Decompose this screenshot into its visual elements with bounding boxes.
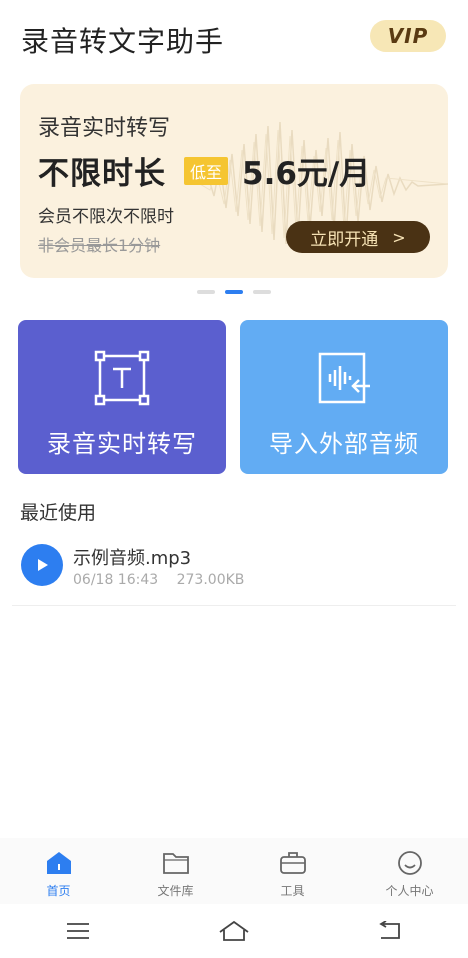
tab-home[interactable]: 首页 [0, 838, 117, 904]
play-button[interactable] [21, 544, 63, 586]
price-tag: 低至 [184, 156, 229, 185]
promo-banner[interactable]: 录音实时转写 不限时长 低至 5.6元/月 会员不限次不限时 非会员最长1分钟 … [20, 84, 448, 278]
import-audio-icon [318, 352, 370, 404]
text-recognition-icon [94, 350, 150, 406]
open-button-label: 立即开通 [310, 229, 379, 250]
header: 录音转文字助手 VIP [0, 0, 468, 78]
file-size: 273.00KB [176, 572, 245, 588]
file-meta: 06/18 16:43 273.00KB [73, 572, 244, 588]
app-screen: 录音转文字助手 VIP 录音实时转写 不限时长 低至 5.6元/月 会员不限次不… [0, 0, 468, 958]
carousel-dot-active[interactable] [225, 290, 243, 294]
recent-file-item[interactable]: 示例音频.mp3 06/18 16:43 273.00KB [12, 530, 456, 606]
smiley-icon [397, 851, 422, 875]
headline-text: 不限时长 [38, 156, 166, 192]
card-label: 导入外部音频 [269, 430, 419, 458]
carousel-indicator [0, 290, 468, 296]
vip-button[interactable]: VIP [370, 20, 446, 52]
import-audio-card[interactable]: 导入外部音频 [240, 320, 448, 474]
price-text: 5.6元/月 [242, 156, 371, 192]
recent-section-title: 最近使用 [20, 502, 97, 524]
folder-icon [162, 853, 189, 874]
carousel-dot[interactable] [197, 290, 215, 294]
tab-label: 文件库 [157, 884, 194, 898]
back-button[interactable] [360, 911, 420, 951]
realtime-transcribe-card[interactable]: 录音实时转写 [18, 320, 226, 474]
toolbox-icon [279, 852, 306, 874]
chevron-right-icon: > [392, 227, 406, 247]
home-icon [46, 852, 71, 874]
open-membership-button[interactable]: 立即开通 > [286, 221, 430, 253]
bottom-tab-bar: 首页 文件库 工具 个人中心 [0, 838, 468, 904]
tab-file-library[interactable]: 文件库 [117, 838, 234, 904]
member-benefit-text: 会员不限次不限时 [38, 207, 174, 227]
back-icon [379, 921, 400, 939]
menu-button[interactable] [48, 911, 108, 951]
card-label: 录音实时转写 [47, 430, 197, 458]
non-member-limit-text: 非会员最长1分钟 [38, 236, 161, 255]
tab-label: 工具 [280, 884, 305, 898]
tab-tools[interactable]: 工具 [234, 838, 351, 904]
tab-label: 个人中心 [385, 884, 434, 898]
house-outline-icon [219, 920, 249, 941]
file-name: 示例音频.mp3 [73, 548, 192, 569]
app-title: 录音转文字助手 [21, 25, 225, 58]
play-icon [38, 559, 48, 571]
home-button[interactable] [204, 911, 264, 951]
banner-headline: 不限时长 低至 5.6元/月 [38, 148, 370, 193]
carousel-dot[interactable] [253, 290, 271, 294]
system-navigation-bar [0, 904, 468, 958]
tab-profile[interactable]: 个人中心 [351, 838, 468, 904]
banner-title: 录音实时转写 [38, 116, 171, 141]
file-date: 06/18 16:43 [73, 572, 159, 588]
tab-label: 首页 [46, 884, 71, 898]
menu-icon [67, 923, 89, 939]
